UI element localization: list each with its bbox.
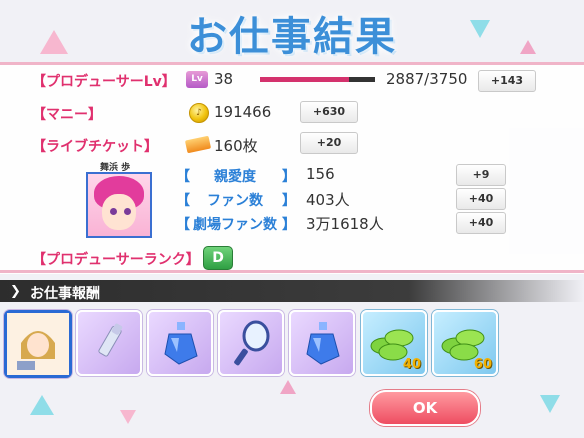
reward-quantity: 60 <box>473 357 492 372</box>
money-label: 【マニー】 <box>32 107 102 123</box>
idol-portrait <box>86 172 152 238</box>
stat-bracket-close: 】 <box>282 217 296 233</box>
stat-label: 親愛度 <box>214 169 256 185</box>
producer-rank-label: 【プロデューサーランク】 <box>32 252 200 268</box>
tickets-gain-badge: +20 <box>300 132 358 154</box>
idol-eye <box>124 208 131 215</box>
reward-quantity: 40 <box>402 357 421 372</box>
rewards-title: お仕事報酬 <box>30 286 100 302</box>
money-value: 191466 <box>214 103 272 121</box>
exp-value: 2887/3750 <box>386 70 468 88</box>
perfume-bottle-icon <box>306 322 340 365</box>
page-title: お仕事結果 <box>187 14 397 60</box>
chevron-right-icon: ❯ <box>10 284 21 299</box>
stat-bracket-close: 】 <box>282 193 296 209</box>
hand-mirror-icon <box>234 320 270 366</box>
reward-slot-perfume-bottle[interactable] <box>289 310 355 376</box>
divider <box>0 62 584 65</box>
reward-slot-hand-mirror[interactable] <box>218 310 284 376</box>
divider <box>0 270 584 273</box>
reward-slot-lipstick[interactable] <box>76 310 142 376</box>
stat-bracket-open: 【 <box>176 217 190 233</box>
stat-label: ファン数 <box>207 193 263 209</box>
stat-bracket-open: 【 <box>176 193 190 209</box>
producer-lv-label: 【プロデューサーLv】 <box>32 74 176 90</box>
tickets-label: 【ライブチケット】 <box>32 139 158 155</box>
idol-eye <box>110 208 117 215</box>
reward-slot-green-macarons[interactable]: 60 <box>432 310 498 376</box>
stat-bracket-open: 【 <box>176 169 190 185</box>
reward-slot-green-macarons[interactable]: 40 <box>361 310 427 376</box>
stat-label: 劇場ファン数 <box>193 217 277 233</box>
money-gain-badge: +630 <box>300 101 358 123</box>
stat-bracket-close: 】 <box>282 169 296 185</box>
triangle-decor <box>540 395 560 413</box>
tickets-value: 160枚 <box>214 137 258 155</box>
producer-level-value: 38 <box>214 70 234 88</box>
perfume-bottle-icon <box>164 322 198 365</box>
stat-gain-badge: +40 <box>456 188 506 210</box>
idol-card-icon <box>7 313 69 375</box>
ok-button[interactable]: OK <box>370 390 480 426</box>
triangle-decor <box>120 410 136 424</box>
coin-icon: ♪ <box>189 103 209 123</box>
lipstick-icon <box>98 323 123 357</box>
exp-progress-bar <box>260 77 375 82</box>
reward-slot-perfume-bottle[interactable] <box>147 310 213 376</box>
exp-progress-fill <box>260 77 349 82</box>
rank-badge: D <box>203 246 233 270</box>
stat-value: 3万1618人 <box>306 215 384 233</box>
exp-gain-badge: +143 <box>478 70 536 92</box>
stat-gain-badge: +9 <box>456 164 506 186</box>
stat-value: 156 <box>306 165 335 183</box>
triangle-decor <box>280 380 296 394</box>
lv-icon: Lv <box>186 71 208 88</box>
stat-gain-badge: +40 <box>456 212 506 234</box>
reward-slot-idol-card[interactable] <box>4 310 72 378</box>
triangle-decor <box>30 395 54 415</box>
stat-value: 403人 <box>306 191 350 209</box>
